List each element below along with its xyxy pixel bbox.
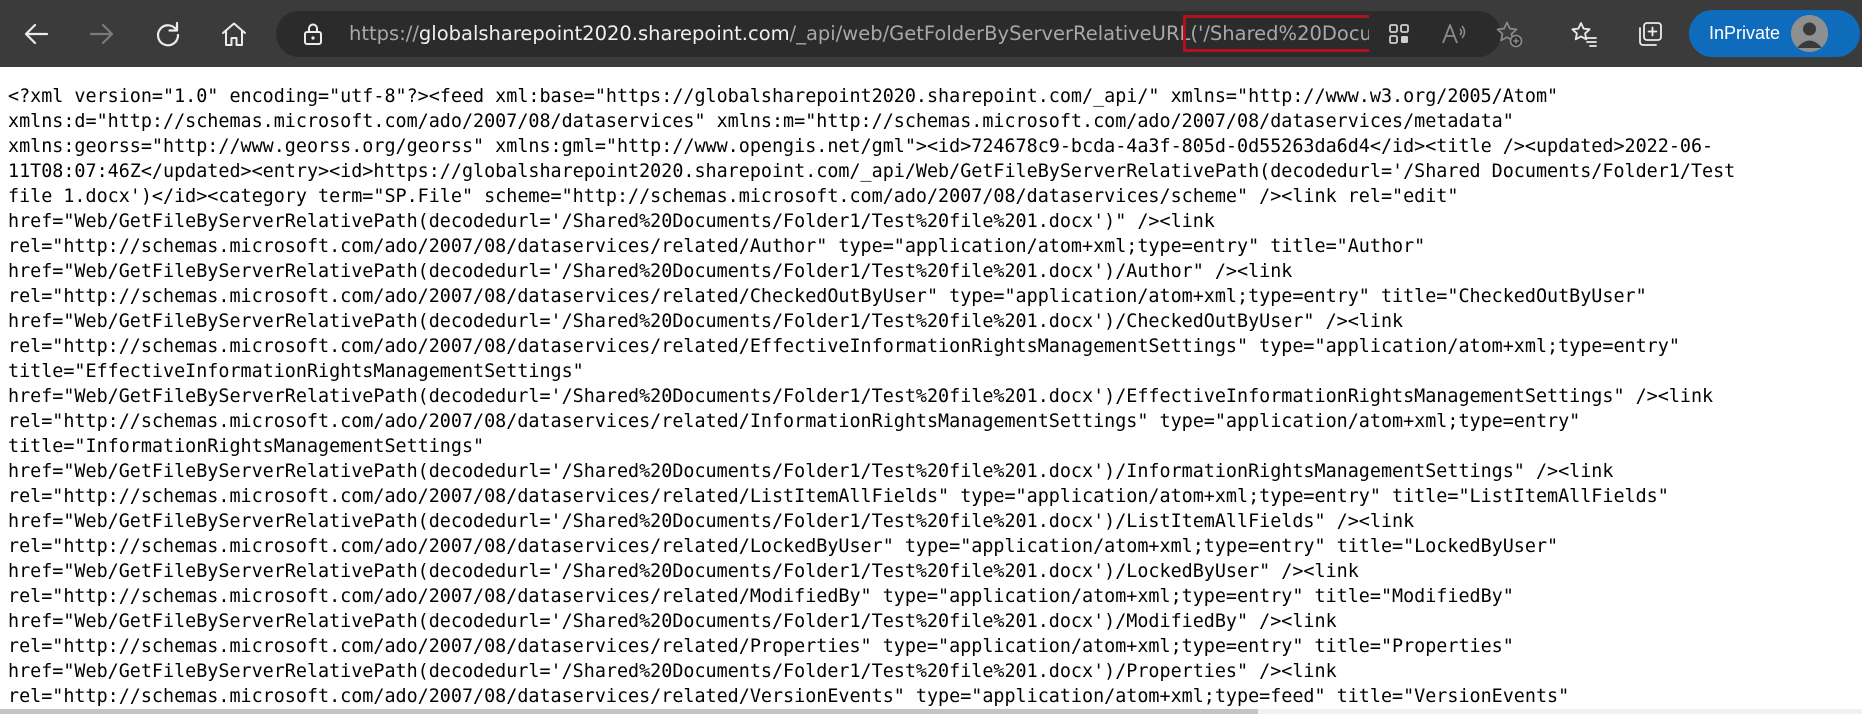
xml-text-line: href="Web/GetFileByServerRelativePath(de… [8,611,1337,632]
back-arrow-icon [24,23,49,45]
xml-text-line: rel="http://schemas.microsoft.com/ado/20… [8,411,1581,432]
xml-text-line: title="InformationRightsManagementSettin… [8,436,485,457]
read-aloud-button[interactable] [1439,19,1469,49]
home-button[interactable] [212,12,256,56]
home-icon [222,22,246,46]
collections-button[interactable] [1628,12,1672,56]
lock-icon [304,23,322,45]
apps-button[interactable] [1384,19,1414,49]
read-aloud-icon [1442,24,1466,44]
favorites-icon [1571,22,1597,47]
xml-text-line: href="Web/GetFileByServerRelativePath(de… [8,261,1293,282]
address-bar[interactable]: https://globalsharepoint2020.sharepoint.… [276,11,1523,57]
forward-arrow-icon [89,23,114,45]
url-host: globalsharepoint2020.sharepoint.com [418,22,790,45]
xml-text-line: rel="http://schemas.microsoft.com/ado/20… [8,286,1647,307]
xml-text-line: title="EffectiveInformationRightsManagem… [8,361,584,382]
xml-text-line: href="Web/GetFileByServerRelativePath(de… [8,211,1215,232]
scrollbar-thumb[interactable] [0,709,1258,714]
horizontal-scrollbar[interactable] [0,709,1862,714]
browser-toolbar: https://globalsharepoint2020.sharepoint.… [0,0,1862,67]
xml-text-line: rel="http://schemas.microsoft.com/ado/20… [8,536,1559,557]
xml-text-line: file 1.docx')</id><category term="SP.Fil… [8,186,1459,207]
xml-text-line: href="Web/GetFileByServerRelativePath(de… [8,511,1415,532]
refresh-button[interactable] [146,12,190,56]
url-text[interactable]: https://globalsharepoint2020.sharepoint.… [349,11,1369,57]
favorites-button[interactable] [1562,12,1606,56]
collections-icon [1639,22,1662,46]
site-info-button[interactable] [302,22,324,50]
xml-text-line: href="Web/GetFileByServerRelativePath(de… [8,386,1714,407]
apps-icon [1389,24,1409,44]
xml-text-line: rel="http://schemas.microsoft.com/ado/20… [8,336,1680,357]
add-favorite-icon [1496,21,1523,48]
xml-text-line: rel="http://schemas.microsoft.com/ado/20… [8,236,1426,257]
inprivate-label: InPrivate [1709,23,1781,43]
add-favorite-button[interactable] [1494,19,1524,49]
xml-document-body: <?xml version="1.0" encoding="utf-8"?><f… [8,84,1858,710]
refresh-icon [156,21,180,47]
xml-text-line: rel="http://schemas.microsoft.com/ado/20… [8,586,1514,607]
xml-text-line: href="Web/GetFileByServerRelativePath(de… [8,561,1359,582]
xml-text-line: href="Web/GetFileByServerRelativePath(de… [8,661,1337,682]
back-button[interactable] [14,12,58,56]
forward-button[interactable] [80,12,124,56]
xml-text-line: rel="http://schemas.microsoft.com/ado/20… [8,636,1514,657]
xml-text-line: href="Web/GetFileByServerRelativePath(de… [8,311,1404,332]
url-highlighted-parameter: ('/Shared%20Docume... [1183,15,1369,52]
url-path: /_api/web/GetFolderByServerRelativeURL [789,22,1191,45]
xml-text-line: href="Web/GetFileByServerRelativePath(de… [8,461,1614,482]
xml-text-line: xmlns:d="http://schemas.microsoft.com/ad… [8,111,1514,132]
xml-text-line: rel="http://schemas.microsoft.com/ado/20… [8,686,1570,707]
profile-avatar-icon [1791,15,1828,52]
xml-text-line: rel="http://schemas.microsoft.com/ado/20… [8,486,1669,507]
url-scheme: https:// [349,22,419,45]
inprivate-button[interactable]: InPrivate [1689,10,1860,57]
xml-text-line: xmlns:georss="http://www.georss.org/geor… [8,136,1714,157]
xml-text-line: <?xml version="1.0" encoding="utf-8"?><f… [8,86,1559,107]
xml-text-line: 11T08:07:46Z</updated><entry><id>https:/… [8,161,1736,182]
